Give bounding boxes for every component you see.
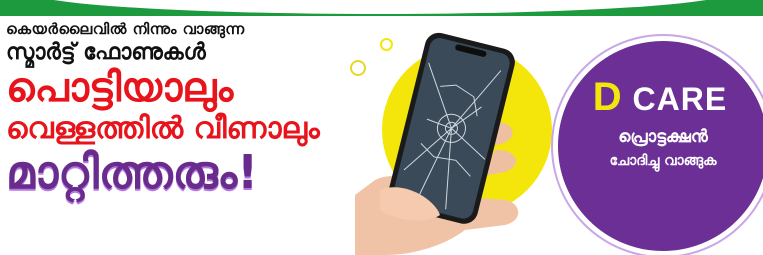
top-green-strip xyxy=(0,0,763,16)
cracked-phone-illustration xyxy=(355,30,535,255)
headline-block: കെയർലൈവിൽ നിന്നും വാങ്ങുന്ന സ്മാർട്ട് ഫോ… xyxy=(6,20,376,197)
headline-line-store: കെയർലൈവിൽ നിന്നും വാങ്ങുന്ന xyxy=(6,20,245,38)
headline-line-replace: മാറ്റിത്തരും! xyxy=(6,145,259,199)
dcare-logo: D CARE xyxy=(580,75,740,120)
top-strip-curve xyxy=(30,0,730,14)
dcare-logo-d: D xyxy=(592,75,623,119)
headline-line-water: വെള്ളത്തിൽ വീണാലും xyxy=(6,111,320,146)
dcare-badge: D CARE പ്രൊട്ടക്ഷൻ ചോദിച്ചു വാങ്ങുക xyxy=(553,36,763,255)
dcare-logo-care: CARE xyxy=(632,81,728,117)
headline-line-smartphones: സ്മാർട്ട് ഫോണുകൾ xyxy=(6,40,206,65)
hand-holding-phone-icon xyxy=(355,32,519,255)
promo-banner: കെയർലൈവിൽ നിന്നും വാങ്ങുന്ന സ്മാർട്ട് ഫോ… xyxy=(0,0,763,255)
headline-line-broken: പൊട്ടിയാലും xyxy=(6,65,234,111)
badge-protection-text: പ്രൊട്ടക്ഷൻ xyxy=(618,127,708,147)
badge-ask-text: ചോദിച്ചു വാങ്ങുക xyxy=(609,153,717,169)
